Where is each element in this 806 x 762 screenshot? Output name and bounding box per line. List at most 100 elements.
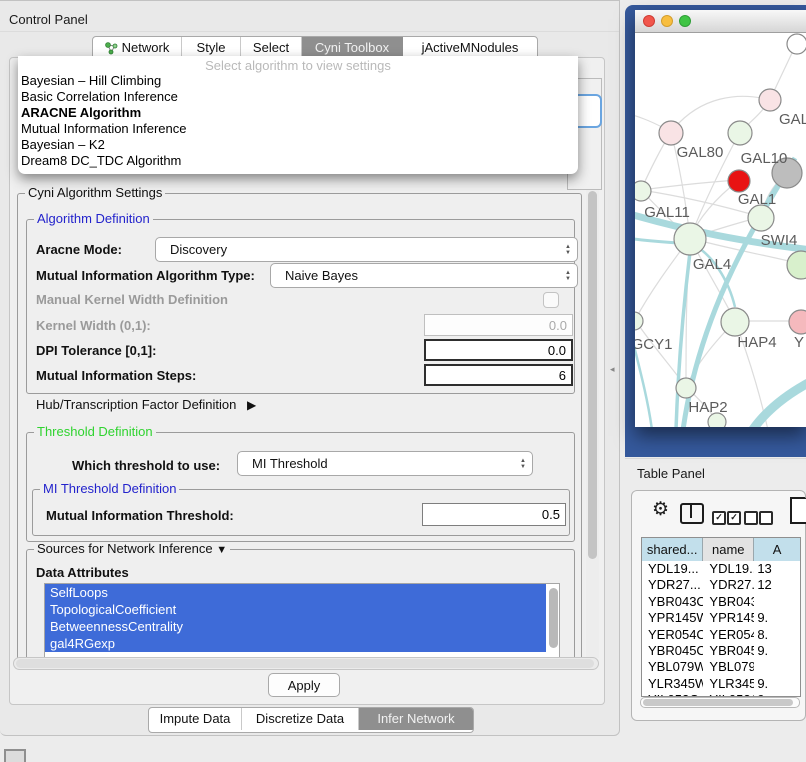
dropdown-hint: Select algorithm to view settings xyxy=(18,58,578,73)
table-row[interactable]: YBR045CYBR045C9. xyxy=(642,643,800,659)
node-gal1[interactable] xyxy=(748,205,774,231)
node-gcy1[interactable] xyxy=(635,312,643,330)
node-hap4[interactable] xyxy=(721,308,749,336)
mi-type-select[interactable]: Naive Bayes ▲▼ xyxy=(270,263,578,288)
settings-horizontal-scrollbar[interactable] xyxy=(13,657,599,670)
cyni-bottom-tabbar: Impute Data Discretize Data Infer Networ… xyxy=(148,707,474,733)
label-y-partial: Y xyxy=(794,334,804,351)
mi-threshold-label: Mutual Information Threshold: xyxy=(46,504,234,528)
scrollbar-thumb[interactable] xyxy=(16,659,594,668)
table-row[interactable]: YDL19...YDL19...13 xyxy=(642,561,800,577)
table-panel-title: Table Panel xyxy=(625,458,806,488)
dropdown-option-selected[interactable]: ARACNE Algorithm xyxy=(18,105,578,121)
table-header-row: shared... name A xyxy=(642,538,800,561)
aracne-mode-label: Aracne Mode: xyxy=(36,238,122,262)
table-row[interactable]: YBR043CYBR043C xyxy=(642,594,800,610)
table-panel: ⚙ ✓ ✓ shared... name A YDL19...YDL19...1… xyxy=(631,490,806,721)
mi-steps-input[interactable] xyxy=(424,364,573,386)
dock-panel-icon[interactable] xyxy=(4,749,26,762)
combo-stepper-icon: ▲▼ xyxy=(514,458,532,470)
panel-collapse-icon[interactable]: ◂ xyxy=(610,364,615,375)
node-hap2[interactable] xyxy=(676,378,696,398)
table-horizontal-scrollbar[interactable] xyxy=(640,697,800,708)
sources-title-row[interactable]: Sources for Network Inference ▼ xyxy=(34,542,230,556)
table-row[interactable]: YBL079WYBL079W xyxy=(642,659,800,675)
label-gal10: GAL10 xyxy=(741,150,788,167)
dropdown-option[interactable]: Bayesian – Hill Climbing xyxy=(18,73,578,89)
tab-infer-network-label: Infer Network xyxy=(377,708,454,730)
network-edges-teal xyxy=(635,158,806,427)
tab-impute-data[interactable]: Impute Data xyxy=(149,708,242,730)
attribute-item[interactable]: TopologicalCoefficient xyxy=(45,601,546,618)
column-layout-icon[interactable] xyxy=(680,503,704,524)
dropdown-option[interactable]: Basic Correlation Inference xyxy=(18,89,578,105)
label-gal80: GAL80 xyxy=(677,144,724,161)
column-header-clipped[interactable]: A xyxy=(754,538,800,561)
deselect-all-icon[interactable] xyxy=(744,511,758,525)
table-row[interactable]: YPR145WYPR145W9. xyxy=(642,610,800,626)
label-hap2: HAP2 xyxy=(688,399,727,416)
table-row[interactable]: YDR27...YDR27...12 xyxy=(642,577,800,593)
algorithm-dropdown-list: Select algorithm to view settings Bayesi… xyxy=(18,56,578,174)
manual-kernel-checkbox[interactable] xyxy=(543,292,559,308)
threshold-definition-title: Threshold Definition xyxy=(34,425,156,439)
node-y[interactable] xyxy=(789,310,806,334)
attribute-item[interactable]: BetweennessCentrality xyxy=(45,618,546,635)
list-scrollbar-thumb[interactable] xyxy=(549,588,558,648)
network-graph: GAL80 GAL10 GAL1 GAL11 SWI4 GAL4 GCY1 HA… xyxy=(635,33,806,427)
tab-discretize-data[interactable]: Discretize Data xyxy=(242,708,359,730)
kernel-width-input[interactable] xyxy=(424,314,573,336)
select-all-icon[interactable]: ✓ xyxy=(727,511,741,525)
network-labels: GAL80 GAL10 GAL1 GAL11 SWI4 GAL4 GCY1 HA… xyxy=(635,111,806,416)
network-view-window: GAL80 GAL10 GAL1 GAL11 SWI4 GAL4 GCY1 HA… xyxy=(635,10,806,427)
scrollbar-thumb[interactable] xyxy=(643,699,793,706)
dropdown-option[interactable]: Bayesian – K2 xyxy=(18,137,578,153)
expand-right-icon: ▶ xyxy=(247,398,256,412)
table-row[interactable]: YER054CYER054C8. xyxy=(642,627,800,643)
data-attributes-list: SelfLoops TopologicalCoefficient Between… xyxy=(44,583,560,658)
mi-threshold-input[interactable] xyxy=(422,503,566,526)
apply-button[interactable]: Apply xyxy=(268,673,340,697)
which-threshold-select[interactable]: MI Threshold ▲▼ xyxy=(237,451,533,476)
node-gal4[interactable] xyxy=(674,223,706,255)
minimize-traffic-light-icon[interactable] xyxy=(661,15,673,27)
node-red[interactable] xyxy=(728,170,750,192)
close-traffic-light-icon[interactable] xyxy=(643,15,655,27)
network-window-titlebar[interactable] xyxy=(635,10,806,33)
aracne-mode-select[interactable]: Discovery ▲▼ xyxy=(155,237,578,262)
dropdown-option[interactable]: Mutual Information Inference xyxy=(18,121,578,137)
attribute-item[interactable]: gal4RGexp xyxy=(45,635,546,652)
attribute-item[interactable]: SelfLoops xyxy=(45,584,546,601)
hub-definition-label: Hub/Transcription Factor Definition xyxy=(36,397,236,412)
select-all-icon[interactable]: ✓ xyxy=(712,511,726,525)
combo-stepper-icon: ▲▼ xyxy=(559,244,577,256)
network-icon xyxy=(105,42,118,55)
data-attributes-label: Data Attributes xyxy=(36,565,129,580)
node-gal80[interactable] xyxy=(659,121,683,145)
scrollbar-thumb[interactable] xyxy=(588,191,597,559)
table-row[interactable]: YLR345WYLR345W9. xyxy=(642,676,800,692)
dropdown-option[interactable]: Dream8 DC_TDC Algorithm xyxy=(18,153,578,169)
column-header-name[interactable]: name xyxy=(703,538,754,561)
label-hap4: HAP4 xyxy=(737,334,776,351)
node-gal11[interactable] xyxy=(635,181,651,201)
label-gal7-partial: GAL7 xyxy=(779,111,806,128)
node-swi4[interactable] xyxy=(787,251,806,279)
zoom-traffic-light-icon[interactable] xyxy=(679,15,691,27)
deselect-all-icon[interactable] xyxy=(759,511,773,525)
new-table-document-icon[interactable] xyxy=(790,497,806,524)
control-panel-title: Control Panel xyxy=(0,8,619,32)
dpi-tolerance-input[interactable] xyxy=(424,339,573,361)
tab-infer-network[interactable]: Infer Network xyxy=(359,708,473,730)
node-outline[interactable] xyxy=(787,34,806,54)
column-header-shared-name[interactable]: shared... xyxy=(642,538,703,561)
table-settings-gear-icon[interactable]: ⚙ xyxy=(652,498,669,521)
network-canvas[interactable]: GAL80 GAL10 GAL1 GAL11 SWI4 GAL4 GCY1 HA… xyxy=(635,33,806,427)
tab-impute-data-label: Impute Data xyxy=(160,708,231,730)
hub-definition-toggle[interactable]: Hub/Transcription Factor Definition ▶ xyxy=(36,397,256,412)
node-gal10[interactable] xyxy=(728,121,752,145)
settings-vertical-scrollbar[interactable] xyxy=(586,186,599,658)
node-gal7[interactable] xyxy=(759,89,781,111)
kernel-width-label: Kernel Width (0,1): xyxy=(36,316,151,336)
mi-steps-label: Mutual Information Steps: xyxy=(36,366,196,386)
